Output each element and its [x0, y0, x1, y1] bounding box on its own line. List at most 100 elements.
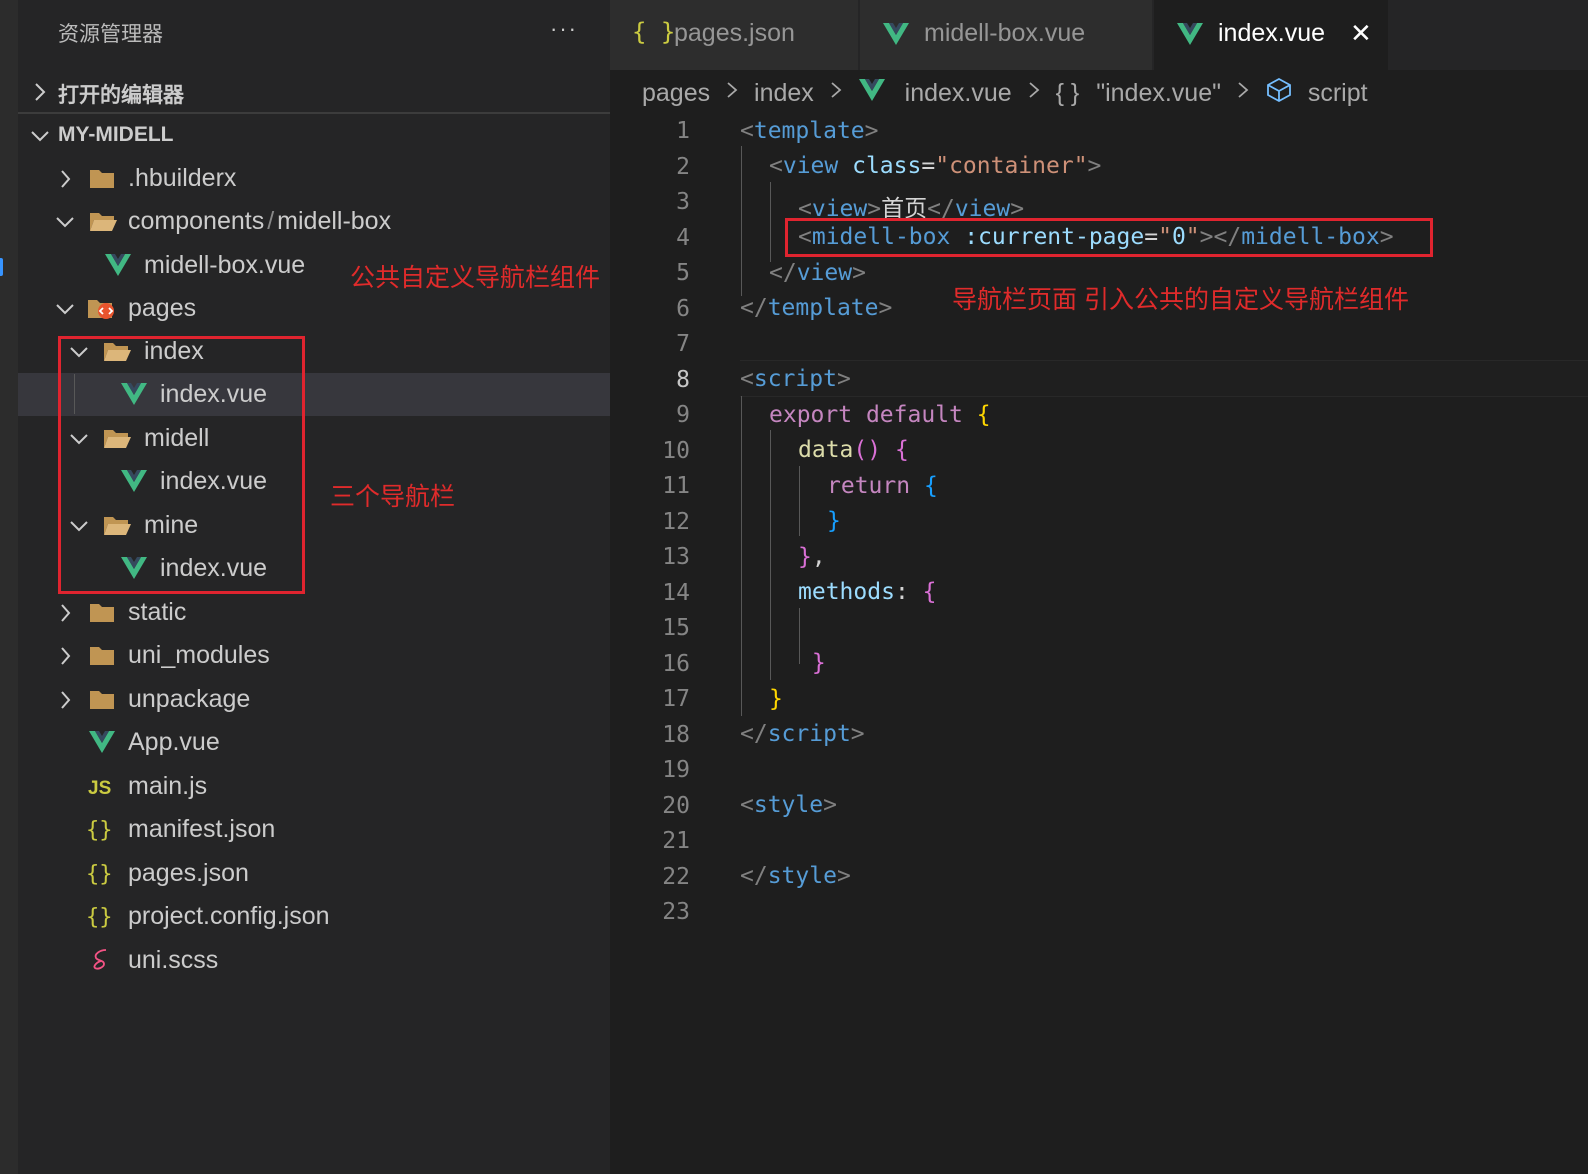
tree-label: unpackage [128, 685, 251, 713]
tab-pages-json[interactable]: { } pages.json [610, 0, 858, 70]
explorer-title: 资源管理器 [58, 23, 163, 46]
breadcrumb: pages index index.vue { } "index.vue" sc… [642, 76, 1368, 110]
json-file-icon: {} [86, 902, 118, 937]
chevron-right-icon [725, 78, 739, 109]
tree-label: main.js [128, 772, 208, 800]
code-line-17: } [769, 686, 783, 712]
svg-text:{}: {} [86, 862, 113, 887]
line-number: 20 [662, 792, 690, 819]
project-section[interactable]: MY-MIDELL [18, 116, 610, 156]
breadcrumb-script[interactable]: script [1308, 79, 1368, 108]
breadcrumb-object[interactable]: "index.vue" [1096, 79, 1221, 108]
tree-file-uni-scss[interactable]: uni.scss [18, 939, 610, 982]
section-divider [18, 112, 610, 114]
line-number: 17 [662, 686, 690, 712]
tree-label: pages [128, 294, 197, 322]
indent-guide [799, 466, 800, 536]
tab-midell-box-vue[interactable]: midell-box.vue [860, 0, 1152, 70]
chevron-down-icon [28, 118, 50, 160]
folder-open-icon [88, 207, 118, 242]
vue-file-icon [858, 76, 886, 111]
chevron-right-icon [1027, 78, 1041, 109]
open-editors-section[interactable]: 打开的编辑器 [18, 72, 610, 112]
breadcrumb-index[interactable]: index [754, 79, 814, 108]
close-icon[interactable]: ✕ [1350, 18, 1372, 49]
json-file-icon: { } [632, 18, 676, 46]
tree-file-pages-json[interactable]: {} pages.json [18, 852, 610, 895]
code-line-10: data() { [798, 437, 909, 463]
tree-label: static [128, 598, 187, 626]
line-number: 6 [676, 295, 690, 322]
sass-file-icon [88, 946, 116, 981]
json-file-icon: {} [86, 815, 118, 850]
code-line-2: <view class="container"> [769, 153, 1102, 179]
tree-label: project.config.json [128, 902, 330, 930]
code-line-20: <style> [740, 792, 837, 818]
svg-text:JS: JS [88, 778, 111, 799]
vue-file-icon [88, 728, 116, 763]
line-number: 16 [662, 650, 690, 677]
current-line-highlight [740, 360, 1588, 397]
code-line-11: return { [827, 473, 938, 499]
annotation-box-pages [58, 336, 305, 594]
folder-icon [88, 598, 116, 633]
compact-separator: / [267, 207, 275, 235]
chevron-right-icon [54, 164, 76, 201]
more-actions-button[interactable]: ··· [550, 16, 578, 42]
tree-label: App.vue [128, 728, 220, 756]
line-number: 8 [676, 366, 690, 393]
annotation-nav-page: 导航栏页面 引入公共的自定义导航栏组件 [952, 286, 1409, 314]
annotation-three-nav: 三个导航栏 [330, 483, 456, 511]
line-number: 1 [676, 118, 690, 144]
line-number: 10 [662, 437, 690, 464]
tab-bar: { } pages.json midell-box.vue index.vue … [610, 0, 1588, 70]
code-line-14: methods: { [798, 579, 937, 605]
tree-folder-components[interactable]: components / midell-box [18, 200, 610, 243]
tab-label: index.vue [1218, 19, 1326, 47]
tree-folder-uni-modules[interactable]: uni_modules [18, 634, 610, 677]
tree-label: uni.scss [128, 946, 219, 974]
tree-file-main-js[interactable]: JS main.js [18, 765, 610, 808]
line-number: 12 [662, 508, 690, 535]
tree-folder-hbuilderx[interactable]: .hbuilderx [18, 157, 610, 200]
line-number: 7 [676, 331, 690, 357]
line-number: 18 [662, 721, 690, 748]
svg-text:{}: {} [86, 818, 113, 843]
tree-file-app-vue[interactable]: App.vue [18, 721, 610, 764]
open-editors-label: 打开的编辑器 [58, 84, 184, 107]
code-editor[interactable]: 1 2 3 4 5 6 7 8 9 10 11 12 13 14 15 16 17 18 19 20 21 22 23 <t… [610, 112, 1588, 1174]
tab-label: midell-box.vue [924, 19, 1086, 47]
chevron-right-icon [54, 641, 76, 678]
tab-index-vue[interactable]: index.vue ✕ [1154, 0, 1388, 70]
object-icon: { } [1055, 79, 1080, 107]
folder-name: components [128, 207, 265, 235]
annotation-component: 公共自定义导航栏组件 [350, 264, 601, 292]
tree-file-project-config-json[interactable]: {} project.config.json [18, 895, 610, 938]
activity-indicator [0, 258, 3, 276]
tree-label: uni_modules [128, 641, 270, 669]
line-number: 4 [676, 224, 690, 251]
activity-bar [0, 0, 18, 1174]
line-number: 21 [662, 828, 690, 854]
tree-file-manifest-json[interactable]: {} manifest.json [18, 808, 610, 851]
code-line-12: } [827, 508, 841, 534]
code-line-6: </template> [740, 295, 893, 321]
tree-folder-static[interactable]: static [18, 591, 610, 634]
vue-file-icon [882, 20, 910, 55]
chevron-right-icon [54, 598, 76, 635]
breadcrumb-file[interactable]: index.vue [905, 79, 1012, 108]
annotation-box-code [785, 218, 1433, 257]
chevron-right-icon [1236, 78, 1250, 109]
chevron-down-icon [54, 207, 76, 244]
vue-file-icon [104, 251, 132, 286]
line-number: 3 [676, 189, 690, 215]
tree-label: midell-box.vue [144, 251, 306, 279]
breadcrumb-pages[interactable]: pages [642, 79, 710, 108]
code-line-8: <script> [740, 366, 851, 392]
chevron-right-icon [829, 78, 843, 109]
pages-folder-icon [86, 294, 118, 329]
chevron-down-icon [54, 294, 76, 331]
tree-folder-unpackage[interactable]: unpackage [18, 678, 610, 721]
tree-label: .hbuilderx [128, 164, 237, 192]
line-number: 23 [662, 899, 690, 925]
